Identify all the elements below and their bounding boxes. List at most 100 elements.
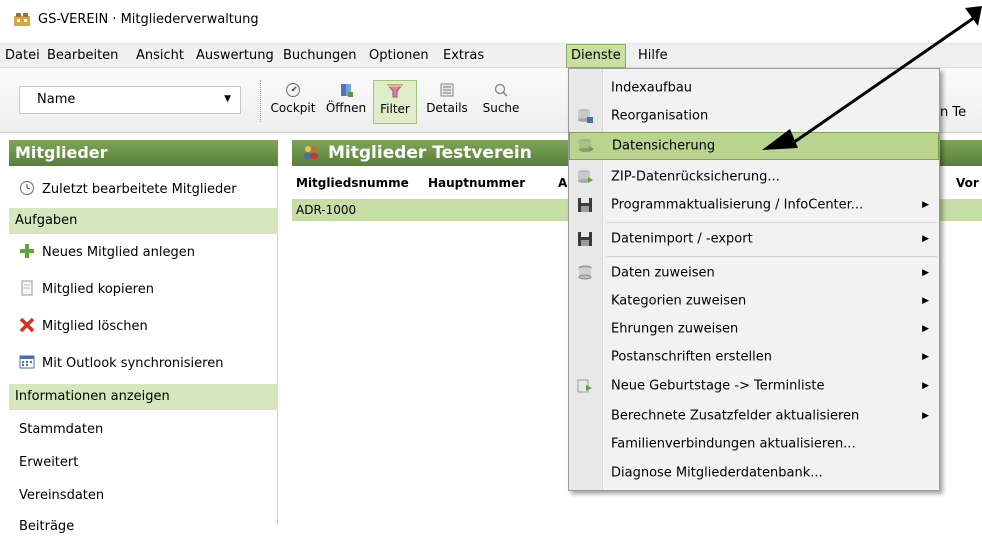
column-header-mitgliedsnummer[interactable]: Mitgliedsnumme [296, 171, 409, 195]
left-panel-title: Mitglieder [9, 140, 278, 166]
main-title: Mitglieder Testverein [328, 143, 532, 163]
menu-item-reorganisation[interactable]: Reorganisation [569, 103, 939, 129]
menu-item-programmaktualisierung[interactable]: Programmaktualisierung / InfoCenter... ▶ [569, 191, 939, 219]
delete-x-icon [19, 317, 35, 333]
menu-item-label: Neue Geburtstage -> Terminliste [611, 378, 825, 394]
history-clock-icon [20, 181, 34, 195]
menu-item-datensicherung[interactable]: Datensicherung [569, 132, 939, 160]
task-outlook-sync-label: Mit Outlook synchronisieren [42, 356, 224, 371]
column-header-vor[interactable]: Vor [956, 171, 979, 195]
cockpit-button[interactable]: Cockpit [268, 80, 318, 124]
title-bar: GS-VEREIN · Mitgliederverwaltung [0, 0, 982, 38]
funnel-icon [387, 84, 403, 98]
menu-item-diagnose[interactable]: Diagnose Mitgliederdatenbank... [569, 459, 939, 487]
submenu-arrow-icon: ▶ [922, 296, 929, 306]
search-button[interactable]: Suche [476, 80, 526, 124]
menu-item-ehrungen-zuweisen[interactable]: Ehrungen zuweisen ▶ [569, 315, 939, 343]
column-header-a[interactable]: A [558, 171, 567, 195]
menu-buchungen[interactable]: Buchungen [283, 44, 357, 68]
menu-item-zusatzfelder[interactable]: Berechnete Zusatzfelder aktualisieren ▶ [569, 401, 939, 430]
left-panel: Mitglieder Zuletzt bearbeitete Mitgliede… [9, 140, 278, 534]
menu-item-label: ZIP-Datenrücksicherung... [611, 169, 780, 185]
open-book-icon [341, 84, 353, 97]
task-outlook-sync[interactable]: Mit Outlook synchronisieren [9, 347, 278, 380]
menu-datei[interactable]: Datei [5, 44, 40, 68]
calendar-icon [19, 355, 35, 369]
copy-document-icon [21, 280, 33, 296]
menu-item-label: Ehrungen zuweisen [611, 321, 739, 337]
database-tool-icon [578, 109, 593, 123]
task-new-member-label: Neues Mitglied anlegen [42, 245, 195, 260]
chevron-down-icon[interactable]: ▼ [224, 94, 231, 104]
menu-optionen[interactable]: Optionen [369, 44, 429, 68]
recent-members-label: Zuletzt bearbeitete Mitglieder [42, 182, 237, 197]
submenu-arrow-icon: ▶ [922, 381, 929, 391]
menu-item-geburtstage[interactable]: Neue Geburtstage -> Terminliste ▶ [569, 371, 939, 401]
filter-button[interactable]: Filter [373, 80, 417, 124]
column-header-hauptnummer[interactable]: Hauptnummer [428, 171, 525, 195]
magnifier-icon [494, 83, 508, 97]
task-delete-member-label: Mitglied löschen [42, 319, 148, 334]
info-vereinsdaten[interactable]: Vereinsdaten [9, 479, 278, 512]
sort-combo-value: Name [37, 92, 76, 107]
menu-item-datenimport[interactable]: Datenimport / -export ▶ [569, 225, 939, 253]
task-copy-member[interactable]: Mitglied kopieren [9, 273, 278, 306]
floppy-icon [578, 198, 592, 212]
database-restore-icon [578, 170, 593, 183]
menu-auswertung[interactable]: Auswertung [196, 44, 274, 68]
toolbar-grip[interactable] [260, 80, 263, 122]
gauge-icon [286, 83, 300, 97]
menu-item-label: Diagnose Mitgliederdatenbank... [611, 465, 823, 481]
details-list-icon [440, 83, 454, 97]
recent-members-link[interactable]: Zuletzt bearbeitete Mitglieder [9, 173, 278, 206]
floppy-icon [578, 232, 592, 246]
submenu-arrow-icon: ▶ [922, 352, 929, 362]
members-icon [304, 146, 318, 159]
menu-item-label: Postanschriften erstellen [611, 349, 773, 365]
menu-bar: Datei Bearbeiten Ansicht Auswertung Buch… [0, 43, 982, 68]
menu-item-daten-zuweisen[interactable]: Daten zuweisen ▶ [569, 259, 939, 287]
menu-item-label: Datensicherung [612, 138, 716, 154]
menu-item-kategorien-zuweisen[interactable]: Kategorien zuweisen ▶ [569, 287, 939, 315]
menu-hilfe[interactable]: Hilfe [638, 44, 668, 68]
submenu-arrow-icon: ▶ [922, 268, 929, 278]
database-backup-icon [579, 139, 594, 152]
info-beitraege[interactable]: Beiträge [9, 510, 278, 543]
menu-item-postanschriften[interactable]: Postanschriften erstellen ▶ [569, 343, 939, 371]
open-button[interactable]: Öffnen [321, 80, 371, 124]
menu-item-label: Indexaufbau [611, 80, 693, 96]
menu-item-zip-restore[interactable]: ZIP-Datenrücksicherung... [569, 163, 939, 191]
open-label: Öffnen [325, 101, 367, 115]
info-erweitert[interactable]: Erweitert [9, 446, 278, 479]
menu-item-label: Kategorien zuweisen [611, 293, 747, 309]
submenu-arrow-icon: ▶ [922, 324, 929, 334]
menu-ansicht[interactable]: Ansicht [136, 44, 184, 68]
menu-separator [607, 256, 937, 257]
filter-label: Filter [380, 102, 410, 116]
menu-bearbeiten[interactable]: Bearbeiten [47, 44, 118, 68]
submenu-arrow-icon: ▶ [922, 234, 929, 244]
task-new-member[interactable]: Neues Mitglied anlegen [9, 236, 278, 269]
section-info: Informationen anzeigen [9, 384, 278, 410]
cockpit-label: Cockpit [270, 101, 316, 115]
database-icon [578, 265, 592, 280]
toolbar-partial-label[interactable]: n Te [940, 105, 966, 120]
dienste-dropdown-menu: Indexaufbau Reorganisation Datensicherun… [568, 68, 940, 491]
table-cell-mitgliedsnummer: ADR-1000 [296, 203, 357, 217]
task-delete-member[interactable]: Mitglied löschen [9, 310, 278, 343]
menu-item-label: Familienverbindungen aktualisieren... [611, 436, 856, 452]
menu-separator [607, 222, 937, 223]
sort-combo[interactable]: Name ▼ [19, 86, 241, 114]
plus-icon [20, 244, 34, 258]
menu-dienste[interactable]: Dienste [566, 44, 626, 68]
details-button[interactable]: Details [421, 80, 473, 124]
submenu-arrow-icon: ▶ [922, 410, 929, 421]
menu-item-label: Berechnete Zusatzfelder aktualisieren [611, 408, 860, 423]
menu-item-label: Datenimport / -export [611, 231, 753, 247]
window-title: GS-VEREIN · Mitgliederverwaltung [38, 12, 259, 27]
menu-item-indexaufbau[interactable]: Indexaufbau [569, 73, 939, 103]
menu-item-familienverbindungen[interactable]: Familienverbindungen aktualisieren... [569, 430, 939, 458]
menu-extras[interactable]: Extras [443, 44, 484, 68]
info-stammdaten[interactable]: Stammdaten [9, 413, 278, 446]
search-label: Suche [482, 101, 520, 115]
